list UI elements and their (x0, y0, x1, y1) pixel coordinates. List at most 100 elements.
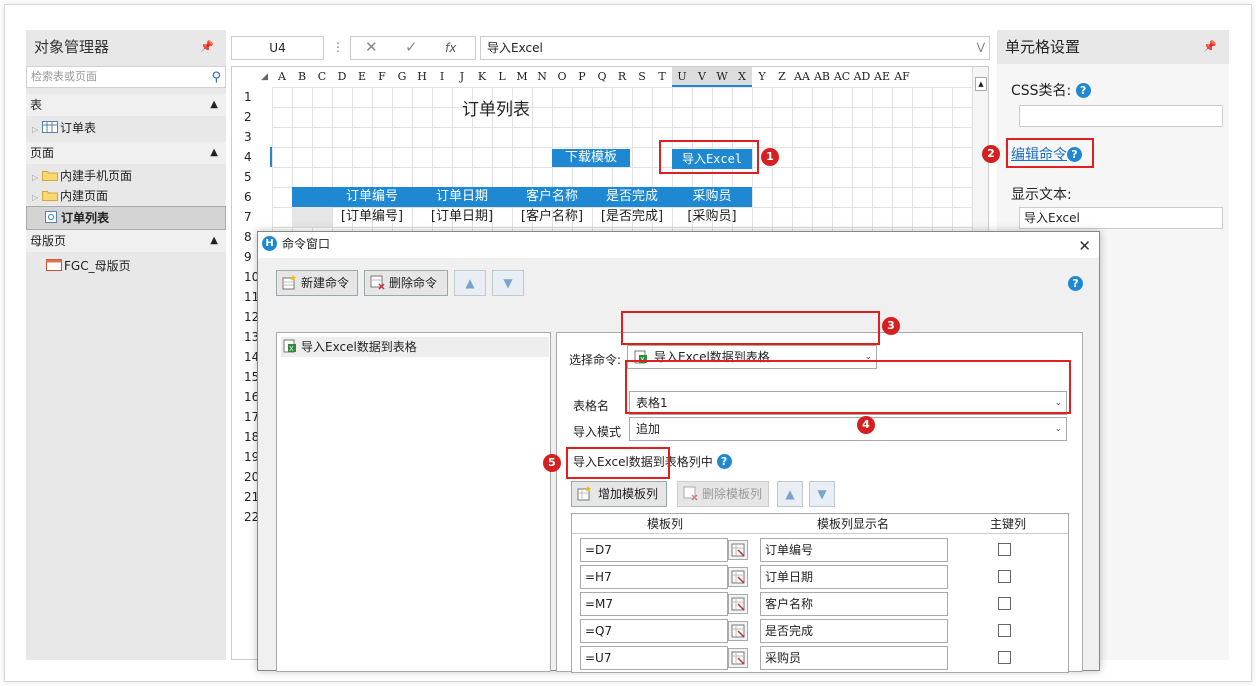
template-column-input[interactable]: =D7 (580, 538, 728, 562)
close-icon[interactable]: ✕ (1078, 234, 1091, 258)
tree-item-order-list[interactable]: 订单列表 (26, 206, 226, 230)
template-column-input[interactable]: =Q7 (580, 619, 728, 643)
primary-key-checkbox[interactable] (998, 624, 1011, 637)
confirm-icon[interactable]: ✓ (405, 38, 418, 56)
command-list[interactable]: X 导入Excel数据到表格 (276, 332, 551, 672)
cell-picker-icon[interactable] (728, 648, 748, 668)
column-header[interactable]: Z (772, 67, 792, 87)
chevron-down-icon[interactable]: ⌄ (1054, 418, 1062, 440)
column-header[interactable]: AF (892, 67, 912, 87)
column-header[interactable]: O (552, 67, 572, 87)
tree-item-master-page[interactable]: FGC_母版页 (26, 256, 226, 276)
row-header[interactable]: 2 (232, 107, 272, 127)
search-input[interactable]: 检索表或页面 ⚲ (26, 66, 226, 88)
section-pages[interactable]: 页面 ▲ (26, 142, 226, 164)
column-header[interactable]: I (432, 67, 452, 87)
search-icon[interactable]: ⚲ (211, 68, 221, 88)
template-column-input[interactable]: =M7 (580, 592, 728, 616)
row-header[interactable]: 1 (232, 87, 272, 107)
column-header[interactable]: AA (792, 67, 812, 87)
column-header[interactable]: X (732, 67, 752, 87)
column-header[interactable]: F (372, 67, 392, 87)
function-icon[interactable]: fx (445, 41, 456, 55)
column-header[interactable]: H (412, 67, 432, 87)
display-name-input[interactable]: 客户名称 (760, 592, 948, 616)
tree-item-mobile-page[interactable]: ▷ 内建手机页面 (26, 166, 226, 186)
command-list-item[interactable]: X 导入Excel数据到表格 (281, 337, 549, 357)
row-header[interactable]: 4 (232, 147, 272, 167)
column-header[interactable]: S (632, 67, 652, 87)
display-name-input[interactable]: 是否完成 (760, 619, 948, 643)
column-header[interactable]: V (692, 67, 712, 87)
move-down-button[interactable]: ▼ (492, 270, 524, 296)
collapse-icon[interactable]: ▲ (210, 142, 218, 164)
template-column-input[interactable]: =U7 (580, 646, 728, 670)
display-text-input[interactable]: 导入Excel (1019, 207, 1223, 229)
column-header[interactable]: M (512, 67, 532, 87)
tree-item-table[interactable]: ▷ 订单表 (26, 118, 226, 138)
expand-icon[interactable]: ▷ (32, 168, 42, 188)
help-icon[interactable]: ? (716, 454, 732, 469)
row-header[interactable]: 7 (232, 207, 272, 227)
row-header[interactable]: 5 (232, 167, 272, 187)
column-header[interactable]: P (572, 67, 592, 87)
section-masters[interactable]: 母版页 ▲ (26, 230, 226, 252)
help-icon[interactable]: ? (1075, 83, 1091, 98)
column-header[interactable]: C (312, 67, 332, 87)
expand-icon[interactable]: ▷ (32, 120, 42, 140)
display-name-input[interactable]: 采购员 (760, 646, 948, 670)
template-column-input[interactable]: =H7 (580, 565, 728, 589)
add-template-column-button[interactable]: 增加模板列 (571, 481, 667, 507)
primary-key-checkbox[interactable] (998, 597, 1011, 610)
column-header[interactable]: K (472, 67, 492, 87)
select-all-corner[interactable]: ◢ (232, 67, 272, 87)
move-up-button[interactable]: ▲ (777, 481, 803, 507)
column-header[interactable]: A (272, 67, 292, 87)
pin-icon[interactable]: 📌 (1203, 40, 1217, 53)
download-template-button[interactable]: 下载模板 (552, 149, 630, 167)
column-header[interactable]: G (392, 67, 412, 87)
cell-picker-icon[interactable] (728, 567, 748, 587)
column-header[interactable]: B (292, 67, 312, 87)
display-name-input[interactable]: 订单编号 (760, 538, 948, 562)
column-header[interactable]: Y (752, 67, 772, 87)
cell-picker-icon[interactable] (728, 540, 748, 560)
tree-item-builtin-page[interactable]: ▷ 内建页面 (26, 186, 226, 206)
collapse-icon[interactable]: ▲ (210, 94, 218, 116)
column-header[interactable]: U (672, 67, 692, 87)
column-header[interactable]: AD (852, 67, 872, 87)
column-header[interactable]: J (452, 67, 472, 87)
scroll-up-icon[interactable]: ▲ (975, 77, 987, 91)
chevron-down-icon[interactable]: ⋁ (977, 37, 985, 59)
row-header[interactable]: 3 (232, 127, 272, 147)
display-name-input[interactable]: 订单日期 (760, 565, 948, 589)
move-up-button[interactable]: ▲ (454, 270, 486, 296)
cell-picker-icon[interactable] (728, 594, 748, 614)
row-header[interactable]: 6 (232, 187, 272, 207)
import-mode-dropdown[interactable]: 追加 ⌄ (629, 417, 1067, 441)
new-command-button[interactable]: 新建命令 (276, 270, 358, 296)
cell-reference-box[interactable]: U4 (231, 36, 324, 60)
section-tables[interactable]: 表 ▲ (26, 94, 226, 116)
cell-picker-icon[interactable] (728, 621, 748, 641)
formula-input[interactable]: 导入Excel ⋁ (480, 36, 990, 60)
primary-key-checkbox[interactable] (998, 570, 1011, 583)
primary-key-checkbox[interactable] (998, 651, 1011, 664)
delete-template-column-button[interactable]: 删除模板列 (677, 481, 769, 507)
column-header[interactable]: AC (832, 67, 852, 87)
column-header[interactable]: E (352, 67, 372, 87)
column-header[interactable]: Q (592, 67, 612, 87)
primary-key-checkbox[interactable] (998, 543, 1011, 556)
column-header[interactable]: R (612, 67, 632, 87)
column-header[interactable]: N (532, 67, 552, 87)
delete-command-button[interactable]: 删除命令 (364, 270, 448, 296)
cancel-icon[interactable]: ✕ (365, 38, 378, 56)
pin-icon[interactable]: 📌 (200, 40, 214, 53)
column-header[interactable]: W (712, 67, 732, 87)
css-class-input[interactable] (1019, 105, 1223, 127)
expand-icon[interactable]: ▷ (32, 188, 42, 208)
column-header[interactable]: L (492, 67, 512, 87)
column-header[interactable]: D (332, 67, 352, 87)
column-header[interactable]: T (652, 67, 672, 87)
collapse-icon[interactable]: ▲ (210, 230, 218, 252)
